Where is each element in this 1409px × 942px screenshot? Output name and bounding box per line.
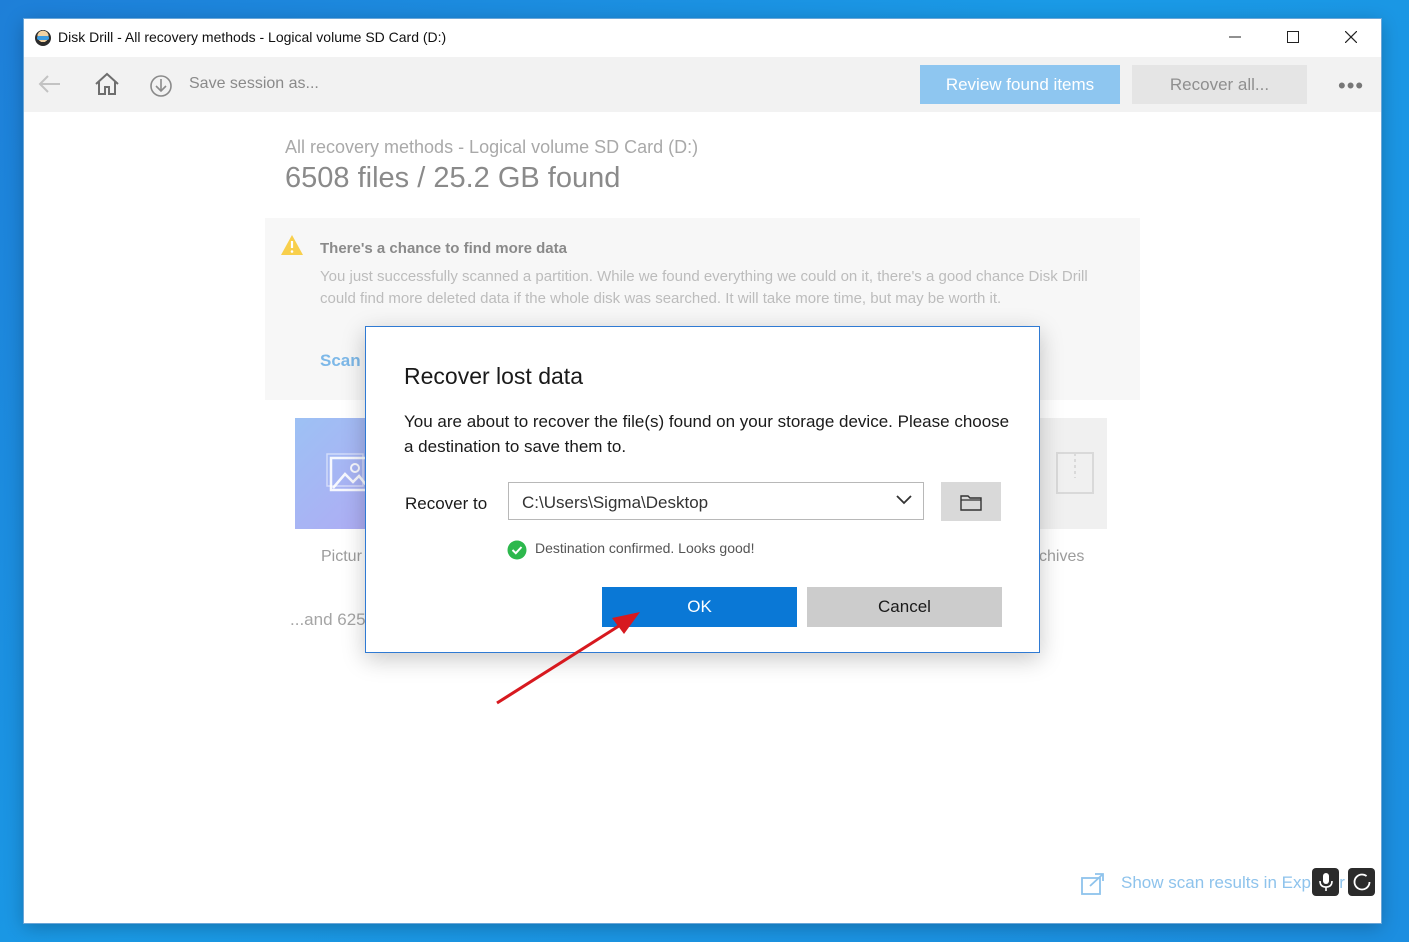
recover-dialog: Recover lost data You are about to recov… xyxy=(365,326,1040,653)
external-link-icon[interactable] xyxy=(1080,872,1106,901)
recover-all-button[interactable]: Recover all... xyxy=(1132,65,1307,104)
refresh-button[interactable] xyxy=(1348,868,1375,896)
more-types-text: ...and 625 xyxy=(290,610,366,629)
folder-icon xyxy=(960,494,982,511)
maximize-button[interactable] xyxy=(1265,19,1323,57)
destination-confirmation: Destination confirmed. Looks good! xyxy=(535,540,755,556)
maximize-icon xyxy=(1287,31,1299,43)
minimize-button[interactable] xyxy=(1207,19,1265,57)
notice-body: You just successfully scanned a partitio… xyxy=(320,268,1088,307)
minimize-icon xyxy=(1229,36,1241,38)
toolbar: Save session as... Review found items Re… xyxy=(24,57,1381,112)
window-title: Disk Drill - All recovery methods - Logi… xyxy=(58,29,447,45)
scan-link[interactable]: Scan xyxy=(320,351,361,371)
title-bar: Disk Drill - All recovery methods - Logi… xyxy=(24,19,1381,57)
microphone-icon xyxy=(1319,873,1333,891)
warning-icon xyxy=(280,234,304,261)
chevron-down-icon[interactable] xyxy=(895,493,913,512)
cancel-button[interactable]: Cancel xyxy=(807,587,1002,627)
save-session-button[interactable]: Save session as... xyxy=(189,75,319,93)
pictures-label: Pictur xyxy=(321,548,362,565)
ok-button[interactable]: OK xyxy=(602,587,797,627)
check-circle-icon xyxy=(507,540,527,565)
destination-value: C:\Users\Sigma\Desktop xyxy=(522,493,709,512)
destination-select[interactable]: C:\Users\Sigma\Desktop xyxy=(508,482,924,520)
dialog-message: You are about to recover the file(s) fou… xyxy=(404,412,1010,456)
page-subtitle: All recovery methods - Logical volume SD… xyxy=(285,137,699,157)
review-found-items-button[interactable]: Review found items xyxy=(920,65,1120,104)
page-title: 6508 files / 25.2 GB found xyxy=(285,162,621,194)
browse-folder-button[interactable] xyxy=(941,482,1001,521)
back-arrow-icon[interactable] xyxy=(38,74,62,99)
home-icon[interactable] xyxy=(94,72,120,101)
recover-to-label: Recover to xyxy=(405,494,488,513)
close-button[interactable] xyxy=(1323,19,1381,57)
download-icon[interactable] xyxy=(149,74,173,103)
app-icon xyxy=(35,30,51,46)
refresh-icon xyxy=(1353,873,1371,891)
notice-title: There's a chance to find more data xyxy=(320,240,567,257)
more-options-button[interactable]: ••• xyxy=(1338,73,1364,99)
microphone-button[interactable] xyxy=(1312,868,1339,896)
close-icon xyxy=(1345,31,1357,43)
archives-label: chives xyxy=(1039,548,1085,565)
dialog-title: Recover lost data xyxy=(404,363,583,389)
